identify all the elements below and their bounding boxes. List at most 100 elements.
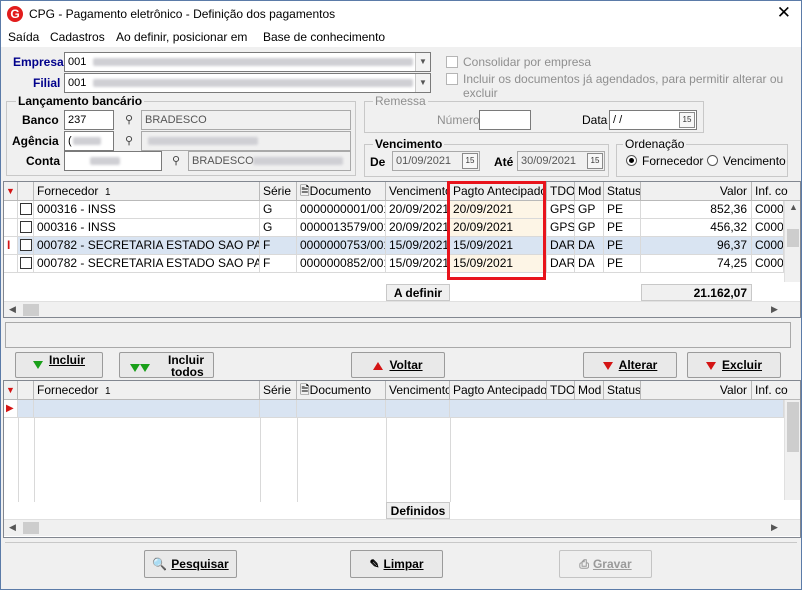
row-checkbox-cell[interactable] xyxy=(18,219,34,237)
cell-vencimento[interactable]: 15/09/2021 xyxy=(386,255,450,273)
menu-ao-definir[interactable]: Ao definir, posicionar em xyxy=(116,30,247,44)
calendar-icon[interactable]: 15 xyxy=(587,153,603,169)
cell-inf[interactable]: C000 xyxy=(752,237,784,255)
col-fornecedor[interactable]: Fornecedor 1 xyxy=(34,381,260,400)
scroll-left-icon[interactable]: ◀ xyxy=(9,304,16,315)
ordenacao-fornecedor-radio[interactable] xyxy=(626,155,637,166)
row-checkbox[interactable] xyxy=(20,203,32,215)
col-fornecedor[interactable]: Fornecedor 1 xyxy=(34,182,260,201)
empty-cell[interactable] xyxy=(297,400,386,418)
chevron-down-icon[interactable]: ▼ xyxy=(415,74,430,92)
cell-status[interactable]: PE xyxy=(604,219,641,237)
calendar-icon[interactable]: 15 xyxy=(462,153,478,169)
incluir-agendados-checkbox[interactable] xyxy=(446,73,458,85)
row-checkbox-cell[interactable] xyxy=(18,255,34,273)
cell-vencimento[interactable]: 15/09/2021 xyxy=(386,237,450,255)
cell-status[interactable]: PE xyxy=(604,237,641,255)
empty-cell[interactable] xyxy=(260,400,297,418)
menu-base-conhecimento[interactable]: Base de conhecimento xyxy=(263,30,385,44)
cell-serie[interactable]: F xyxy=(260,237,297,255)
cell-fornecedor[interactable]: 000316 - INSS xyxy=(34,201,260,219)
select-all-indicator-icon[interactable]: ▼ xyxy=(4,182,18,201)
scroll-right-icon[interactable]: ▶ xyxy=(771,304,778,315)
cell-status[interactable]: PE xyxy=(604,201,641,219)
numero-input[interactable] xyxy=(479,110,531,130)
scroll-thumb[interactable] xyxy=(23,304,39,316)
incluir-todos-button[interactable]: Incluir todos xyxy=(119,352,214,378)
vertical-scrollbar[interactable] xyxy=(784,400,800,500)
vertical-scrollbar[interactable]: ▲ xyxy=(784,201,800,282)
cell-inf[interactable]: C000 xyxy=(752,255,784,273)
scroll-right-icon[interactable]: ▶ xyxy=(771,522,778,533)
col-mod[interactable]: Mod xyxy=(575,381,604,400)
empty-cell[interactable] xyxy=(34,400,260,418)
col-valor[interactable]: Valor xyxy=(641,182,752,201)
cell-documento[interactable]: 0000000001/001 xyxy=(297,201,386,219)
gravar-button[interactable]: ⎙ Gravar xyxy=(559,550,652,578)
col-vencimento[interactable]: Vencimento xyxy=(386,381,450,400)
row-checkbox[interactable] xyxy=(20,257,32,269)
empresa-select[interactable]: 001 ▼ xyxy=(64,52,431,72)
empty-cell[interactable] xyxy=(450,400,784,418)
cell-valor[interactable]: 96,37 xyxy=(641,237,752,255)
cell-mod[interactable]: DA xyxy=(575,255,604,273)
col-inf[interactable]: Inf. co xyxy=(752,381,800,400)
cell-documento[interactable]: 0000013579/001 xyxy=(297,219,386,237)
col-documento[interactable]: 🗎Documento xyxy=(297,381,386,400)
cell-tdo[interactable]: GPS xyxy=(547,219,575,237)
cell-inf[interactable]: C000 xyxy=(752,201,784,219)
data-input[interactable]: / / 15 xyxy=(609,110,697,130)
col-status[interactable]: Status xyxy=(604,182,641,201)
cell-documento[interactable]: 0000000753/001 xyxy=(297,237,386,255)
ate-date-input[interactable]: 30/09/2021 15 xyxy=(517,151,605,171)
scroll-thumb[interactable] xyxy=(23,522,39,534)
empty-cell[interactable] xyxy=(386,400,450,418)
select-all-indicator-icon[interactable]: ▼ xyxy=(4,381,18,400)
cell-tdo[interactable]: GPS xyxy=(547,201,575,219)
cell-serie[interactable]: F xyxy=(260,255,297,273)
empty-cell[interactable] xyxy=(18,400,34,418)
menu-saida[interactable]: Saída xyxy=(8,30,39,44)
scroll-up-icon[interactable]: ▲ xyxy=(789,202,798,212)
col-documento[interactable]: 🗎Documento xyxy=(297,182,386,201)
row-checkbox[interactable] xyxy=(20,239,32,251)
cell-inf[interactable]: C000 xyxy=(752,219,784,237)
cell-valor[interactable]: 852,36 xyxy=(641,201,752,219)
cell-fornecedor[interactable]: 000782 - SECRETARIA ESTADO SAO PAU... xyxy=(34,237,260,255)
scroll-thumb[interactable] xyxy=(787,402,799,452)
col-vencimento[interactable]: Vencimento xyxy=(386,182,450,201)
col-inf[interactable]: Inf. co xyxy=(752,182,800,201)
menu-cadastros[interactable]: Cadastros xyxy=(50,30,105,44)
cell-valor[interactable]: 74,25 xyxy=(641,255,752,273)
col-mod[interactable]: Mod xyxy=(575,182,604,201)
limpar-button[interactable]: ✎ Limpar xyxy=(350,550,443,578)
cell-mod[interactable]: GP xyxy=(575,201,604,219)
row-checkbox-cell[interactable] xyxy=(18,237,34,255)
cell-status[interactable]: PE xyxy=(604,255,641,273)
conta-input[interactable] xyxy=(64,151,162,171)
pesquisar-button[interactable]: 🔍 Pesquisar xyxy=(144,550,237,578)
cell-mod[interactable]: GP xyxy=(575,219,604,237)
close-icon[interactable]: ✕ xyxy=(777,4,791,22)
de-date-input[interactable]: 01/09/2021 15 xyxy=(392,151,480,171)
cell-serie[interactable]: G xyxy=(260,201,297,219)
col-tdo[interactable]: TDO xyxy=(547,381,575,400)
cell-tdo[interactable]: DAR xyxy=(547,237,575,255)
binoculars-icon[interactable]: ⚲ xyxy=(166,151,186,171)
agencia-input[interactable]: ( xyxy=(64,131,114,151)
row-checkbox-cell[interactable] xyxy=(18,201,34,219)
cell-tdo[interactable]: DAR xyxy=(547,255,575,273)
ordenacao-vencimento-radio[interactable] xyxy=(707,155,718,166)
scroll-thumb[interactable] xyxy=(787,229,799,247)
cell-documento[interactable]: 0000000852/001 xyxy=(297,255,386,273)
consolidar-checkbox[interactable] xyxy=(446,56,458,68)
binoculars-icon[interactable]: ⚲ xyxy=(119,131,139,151)
col-status[interactable]: Status xyxy=(604,381,641,400)
voltar-button[interactable]: Voltar xyxy=(351,352,445,378)
horizontal-scrollbar[interactable]: ◀ ▶ xyxy=(4,301,800,317)
col-serie[interactable]: Série xyxy=(260,182,297,201)
cell-fornecedor[interactable]: 000316 - INSS xyxy=(34,219,260,237)
cell-mod[interactable]: DA xyxy=(575,237,604,255)
col-pagto-antecipado[interactable]: Pagto Antecipado xyxy=(450,381,547,400)
horizontal-scrollbar[interactable]: ◀ ▶ xyxy=(4,519,800,536)
